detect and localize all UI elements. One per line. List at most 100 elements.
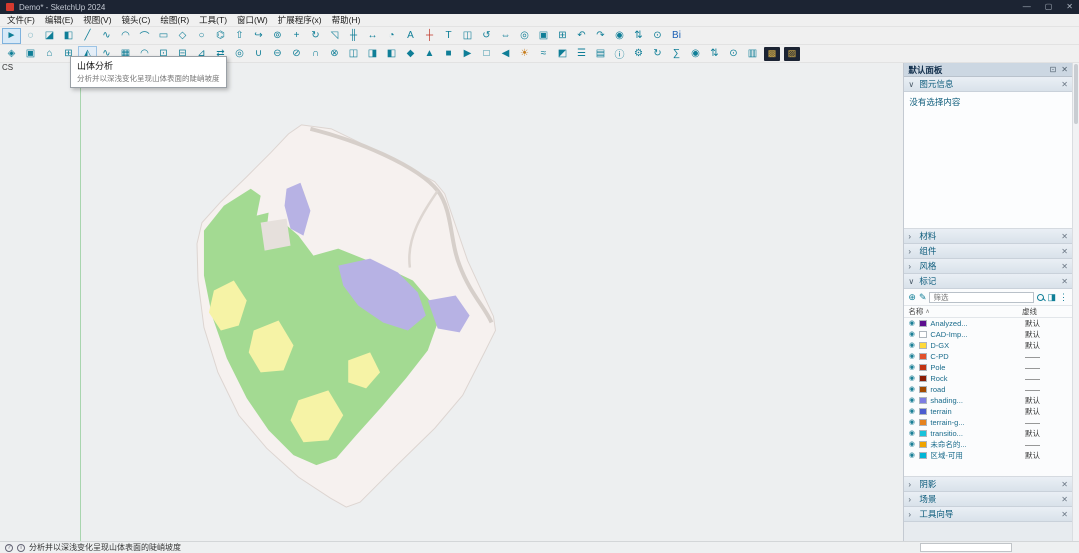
tag-menu-icon[interactable]: ⋮ xyxy=(1059,293,1068,302)
tray-dock-icon[interactable]: ⊡ xyxy=(1050,65,1057,74)
visibility-eye-icon[interactable]: ◉ xyxy=(907,353,916,360)
tray-titlebar[interactable]: 默认面板 ⊡ ✕ xyxy=(904,63,1072,77)
panel-section-header[interactable]: › 材料 ✕ xyxy=(904,229,1072,244)
freehand-icon[interactable]: ∿ xyxy=(97,28,116,44)
section-display-icon[interactable]: ◨ xyxy=(363,46,382,62)
image-export-icon[interactable]: ▥ xyxy=(743,46,762,62)
zoom-window-icon[interactable]: ▣ xyxy=(534,28,553,44)
next-view-icon[interactable]: ↷ xyxy=(591,28,610,44)
menu-item[interactable]: 工具(T) xyxy=(194,14,232,26)
arc-icon[interactable]: ◠ xyxy=(116,28,135,44)
previous-view-icon[interactable]: ↶ xyxy=(572,28,591,44)
tag-dash-style[interactable]: —— xyxy=(1025,385,1069,394)
visibility-eye-icon[interactable]: ◉ xyxy=(907,364,916,371)
outer-shell-icon[interactable]: ◎ xyxy=(230,46,249,62)
bi-plugin-button[interactable]: Bi xyxy=(667,28,686,44)
solid-trim-icon[interactable]: ⊘ xyxy=(287,46,306,62)
eraser-icon[interactable]: ◪ xyxy=(40,28,59,44)
visibility-eye-icon[interactable]: ◉ xyxy=(907,331,916,338)
tag-color-swatch[interactable] xyxy=(919,320,927,327)
push-pull-icon[interactable]: ⇧ xyxy=(230,28,249,44)
dimension-icon[interactable]: ↔ xyxy=(363,28,382,44)
scenes-icon[interactable]: ▤ xyxy=(591,46,610,62)
visibility-eye-icon[interactable]: ◉ xyxy=(907,342,916,349)
text-icon[interactable]: A xyxy=(401,28,420,44)
close-icon[interactable]: ✕ xyxy=(1061,232,1068,241)
front-view-icon[interactable]: ■ xyxy=(439,46,458,62)
tag-dash-style[interactable]: 默认 xyxy=(1025,450,1069,461)
tag-filter-input[interactable] xyxy=(929,292,1034,303)
paint-bucket-icon[interactable]: ◧ xyxy=(59,28,78,44)
solid-union-icon[interactable]: ∪ xyxy=(249,46,268,62)
look-around-icon[interactable]: ⊙ xyxy=(724,46,743,62)
edit-tag-icon[interactable]: ✎ xyxy=(919,293,927,302)
back-view-icon[interactable]: □ xyxy=(477,46,496,62)
panel-section-header[interactable]: › 工具向导 ✕ xyxy=(904,507,1072,522)
add-tag-icon[interactable]: ⊕ xyxy=(908,293,916,302)
terrain-model[interactable] xyxy=(0,63,903,541)
panel-scrollbar[interactable] xyxy=(1072,63,1079,541)
tag-color-swatch[interactable] xyxy=(919,397,927,404)
offset-icon[interactable]: ⊚ xyxy=(268,28,287,44)
close-icon[interactable]: ✕ xyxy=(1061,510,1068,519)
styles-icon[interactable]: ◩ xyxy=(553,46,572,62)
tag-color-swatch[interactable] xyxy=(919,441,927,448)
menu-item[interactable]: 扩展程序(x) xyxy=(273,14,327,26)
panel-section-header[interactable]: › 阴影 ✕ xyxy=(904,477,1072,492)
panel-section-header[interactable]: › 组件 ✕ xyxy=(904,244,1072,259)
tag-row[interactable]: ◉ 未命名的... —— xyxy=(904,439,1072,450)
tag-dash-style[interactable]: —— xyxy=(1025,418,1069,427)
info-icon[interactable]: i xyxy=(17,544,25,552)
panel-section-header[interactable]: › 场景 ✕ xyxy=(904,492,1072,507)
close-icon[interactable]: ✕ xyxy=(1061,495,1068,504)
tag-details-icon[interactable]: ◨ xyxy=(1047,293,1056,302)
tag-row[interactable]: ◉ CAD-Imp... 默认 xyxy=(904,329,1072,340)
tag-row[interactable]: ◉ 区域-可用 默认 xyxy=(904,450,1072,461)
menu-item[interactable]: 帮助(H) xyxy=(327,14,366,26)
close-icon[interactable]: ✕ xyxy=(1061,277,1068,286)
tag-row[interactable]: ◉ D-GX 默认 xyxy=(904,340,1072,351)
visibility-eye-icon[interactable]: ◉ xyxy=(907,452,916,459)
dashes-column-header[interactable]: 虚线 xyxy=(1022,306,1068,317)
scale-icon[interactable]: ◹ xyxy=(325,28,344,44)
panel-section-header[interactable]: › 风格 ✕ xyxy=(904,259,1072,274)
tag-color-swatch[interactable] xyxy=(919,353,927,360)
walk-tool-icon[interactable]: ⇅ xyxy=(705,46,724,62)
tag-color-swatch[interactable] xyxy=(919,452,927,459)
tag-dash-style[interactable]: 默认 xyxy=(1025,395,1069,406)
tag-dash-style[interactable]: —— xyxy=(1025,440,1069,449)
preferences-icon[interactable]: ⚙ xyxy=(629,46,648,62)
section-cuts-icon[interactable]: ◧ xyxy=(382,46,401,62)
model-viewport[interactable]: CS xyxy=(0,63,903,541)
tag-dash-style[interactable]: 默认 xyxy=(1025,329,1069,340)
tag-row[interactable]: ◉ transitio... 默认 xyxy=(904,428,1072,439)
line-icon[interactable]: ╱ xyxy=(78,28,97,44)
visibility-eye-icon[interactable]: ◉ xyxy=(907,419,916,426)
circle-icon[interactable]: ○ xyxy=(192,28,211,44)
menu-item[interactable]: 视图(V) xyxy=(78,14,116,26)
statistics-icon[interactable]: ∑ xyxy=(667,46,686,62)
tag-dash-style[interactable]: 默认 xyxy=(1025,406,1069,417)
model-info-icon[interactable]: ⓘ xyxy=(610,46,629,62)
follow-me-icon[interactable]: ↪ xyxy=(249,28,268,44)
search-icon[interactable] xyxy=(1037,294,1044,301)
rotated-rectangle-icon[interactable]: ◇ xyxy=(173,28,192,44)
tag-color-swatch[interactable] xyxy=(919,364,927,371)
camera-position-icon[interactable]: ◉ xyxy=(686,46,705,62)
iso-view-icon[interactable]: ◆ xyxy=(401,46,420,62)
close-icon[interactable]: ✕ xyxy=(1061,480,1068,489)
maximize-icon[interactable]: ▢ xyxy=(1045,3,1053,11)
menu-item[interactable]: 编辑(E) xyxy=(40,14,78,26)
purge-icon[interactable]: ↻ xyxy=(648,46,667,62)
tag-row[interactable]: ◉ terrain 默认 xyxy=(904,406,1072,417)
section-plane-icon[interactable]: ◫ xyxy=(344,46,363,62)
tag-dash-style[interactable]: —— xyxy=(1025,352,1069,361)
section-plane-icon[interactable]: ◫ xyxy=(458,28,477,44)
shadows-icon[interactable]: ☀ xyxy=(515,46,534,62)
tag-dash-style[interactable]: —— xyxy=(1025,363,1069,372)
move-icon[interactable]: + xyxy=(287,28,306,44)
menu-item[interactable]: 窗口(W) xyxy=(232,14,273,26)
tag-color-swatch[interactable] xyxy=(919,331,927,338)
3d-warehouse-icon[interactable]: ⌂ xyxy=(40,46,59,62)
close-icon[interactable]: ✕ xyxy=(1066,3,1073,11)
